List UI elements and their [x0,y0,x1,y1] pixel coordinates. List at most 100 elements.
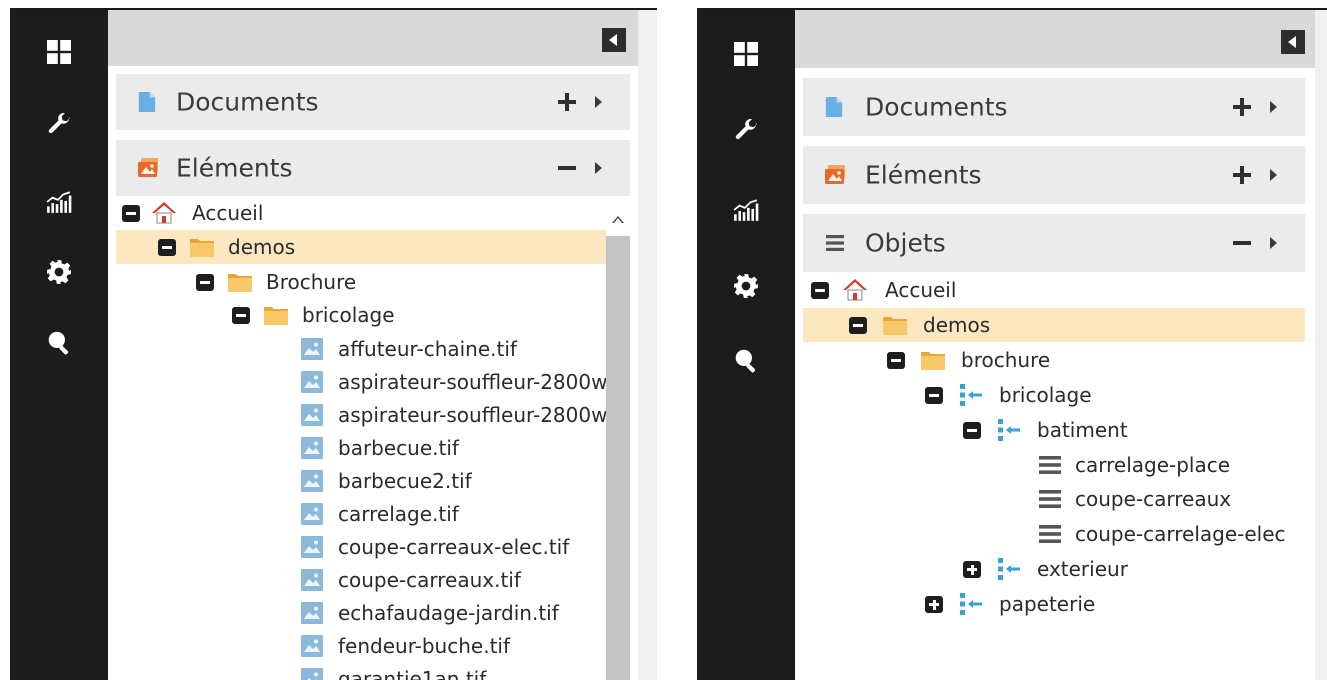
tree-file[interactable]: carrelage.tif [108,497,638,531]
search-icon[interactable] [732,346,760,374]
grid-icon[interactable] [45,38,73,66]
scroll-up-icon[interactable] [612,216,624,223]
tree-node-label[interactable]: demos [923,313,990,337]
chevron-right-icon[interactable] [1270,169,1277,181]
tree-file[interactable]: coupe-carreaux.tif [108,563,638,597]
expand-elements-button[interactable] [1233,166,1251,184]
section-documents[interactable]: Documents [116,74,630,130]
tree-node-demos[interactable]: demos [803,308,1305,342]
section-elements[interactable]: Eléments [803,146,1305,204]
tree-object-item[interactable]: coupe-carrelage-elec [795,517,1315,551]
expand-node-toggle[interactable] [925,596,943,613]
tree-node-bricolage[interactable]: bricolage [108,298,638,332]
file-label[interactable]: fendeur-buche.tif [338,634,510,658]
tree-node-exterieur[interactable]: exterieur [795,552,1315,586]
tree-file[interactable]: barbecue2.tif [108,464,638,498]
collapse-panel-button[interactable] [1281,30,1305,54]
file-label[interactable]: barbecue2.tif [338,469,472,493]
tree-node-papeterie[interactable]: papeterie [795,587,1315,621]
expand-node-toggle[interactable] [963,561,981,578]
object-group-icon [997,558,1021,580]
tree-object-item[interactable]: coupe-carreaux [795,482,1315,516]
collapse-node-toggle[interactable] [925,387,943,404]
section-elements-label: Eléments [865,160,982,190]
tree-node-batiment[interactable]: batiment [795,413,1315,447]
collapse-node-toggle[interactable] [963,422,981,439]
chevron-right-icon[interactable] [1270,237,1277,249]
file-label[interactable]: coupe-carreaux-elec.tif [338,535,569,559]
gear-icon[interactable] [732,272,760,300]
tree-node-label[interactable]: batiment [1037,418,1128,442]
image-file-icon [301,371,323,393]
collapse-objects-button[interactable] [1233,234,1251,252]
collapse-node-toggle[interactable] [122,205,140,222]
tree-file[interactable]: garantie1an.tif [108,662,638,680]
file-label[interactable]: barbecue.tif [338,436,459,460]
tree-node-label[interactable]: Accueil [192,201,263,225]
object-label[interactable]: coupe-carrelage-elec [1075,522,1286,546]
chevron-right-icon[interactable] [1270,101,1277,113]
tree-file[interactable]: coupe-carreaux-elec.tif [108,530,638,564]
tree-node-accueil[interactable]: Accueil [795,273,1315,307]
expand-documents-button[interactable] [1233,98,1251,116]
gear-icon[interactable] [45,258,73,286]
tree-node-brochure[interactable]: brochure [795,343,1315,377]
file-label[interactable]: echafaudage-jardin.tif [338,601,559,625]
tree-node-bricolage[interactable]: bricolage [795,378,1315,412]
tree-file[interactable]: barbecue.tif [108,431,638,465]
grid-icon[interactable] [732,40,760,68]
collapse-node-toggle[interactable] [196,274,214,291]
tree-file[interactable]: affuteur-chaine.tif [108,332,638,366]
collapse-elements-button[interactable] [558,159,576,177]
file-label[interactable]: aspirateur-souffleur-2800w [338,370,607,394]
file-label[interactable]: coupe-carreaux.tif [338,568,521,592]
expand-documents-button[interactable] [558,93,576,111]
tree-node-label[interactable]: bricolage [999,383,1092,407]
file-label[interactable]: affuteur-chaine.tif [338,337,517,361]
stats-chart-icon[interactable] [732,196,760,224]
file-label[interactable]: aspirateur-souffleur-2800w [338,403,607,427]
collapse-node-toggle[interactable] [232,307,250,324]
tree-node-brochure[interactable]: Brochure [108,265,638,299]
object-label[interactable]: coupe-carreaux [1075,487,1231,511]
tree-node-label[interactable]: papeterie [999,592,1095,616]
section-objects[interactable]: Objets [803,214,1305,272]
tree-object-item[interactable]: carrelage-place [795,448,1315,482]
section-elements[interactable]: Eléments [116,140,630,196]
collapse-panel-button[interactable] [602,28,626,52]
object-label[interactable]: carrelage-place [1075,453,1230,477]
caret-left-icon [609,34,617,46]
tree-node-label[interactable]: brochure [961,348,1050,372]
tree-node-label[interactable]: Accueil [885,278,956,302]
collapse-node-toggle[interactable] [887,352,905,369]
collapse-node-toggle[interactable] [849,317,867,334]
chevron-right-icon[interactable] [595,96,602,108]
chevron-right-icon[interactable] [595,162,602,174]
folder-icon [190,236,214,258]
tree-node-label[interactable]: demos [228,235,295,259]
wrench-icon[interactable] [45,110,73,138]
tree-node-demos[interactable]: demos [116,230,612,264]
tree-file[interactable]: fendeur-buche.tif [108,629,638,663]
stats-chart-icon[interactable] [45,188,73,216]
search-icon[interactable] [45,328,73,356]
right-panel: Documents Eléments Objets Accueil demos … [697,8,1327,680]
tree-file[interactable]: aspirateur-souffleur-2800w [108,365,638,399]
file-label[interactable]: garantie1an.tif [338,667,486,680]
section-documents[interactable]: Documents [803,78,1305,136]
image-file-icon [301,338,323,360]
tree-node-label[interactable]: Brochure [266,270,356,294]
tree-file[interactable]: echafaudage-jardin.tif [108,596,638,630]
tree-node-label[interactable]: bricolage [302,303,395,327]
tree-file[interactable]: aspirateur-souffleur-2800w [108,398,638,432]
tree-node-label[interactable]: exterieur [1037,557,1128,581]
tree-node-accueil[interactable]: Accueil [108,196,638,230]
wrench-icon[interactable] [732,116,760,144]
collapse-node-toggle[interactable] [811,282,829,299]
collapse-node-toggle[interactable] [158,239,176,256]
tree-scrollbar[interactable] [606,206,630,680]
file-label[interactable]: carrelage.tif [338,502,459,526]
screenshot-stage: Documents Eléments Accueil demos Brochur… [0,0,1327,680]
list-item-icon [1039,455,1061,475]
scrollbar-thumb[interactable] [606,236,630,680]
